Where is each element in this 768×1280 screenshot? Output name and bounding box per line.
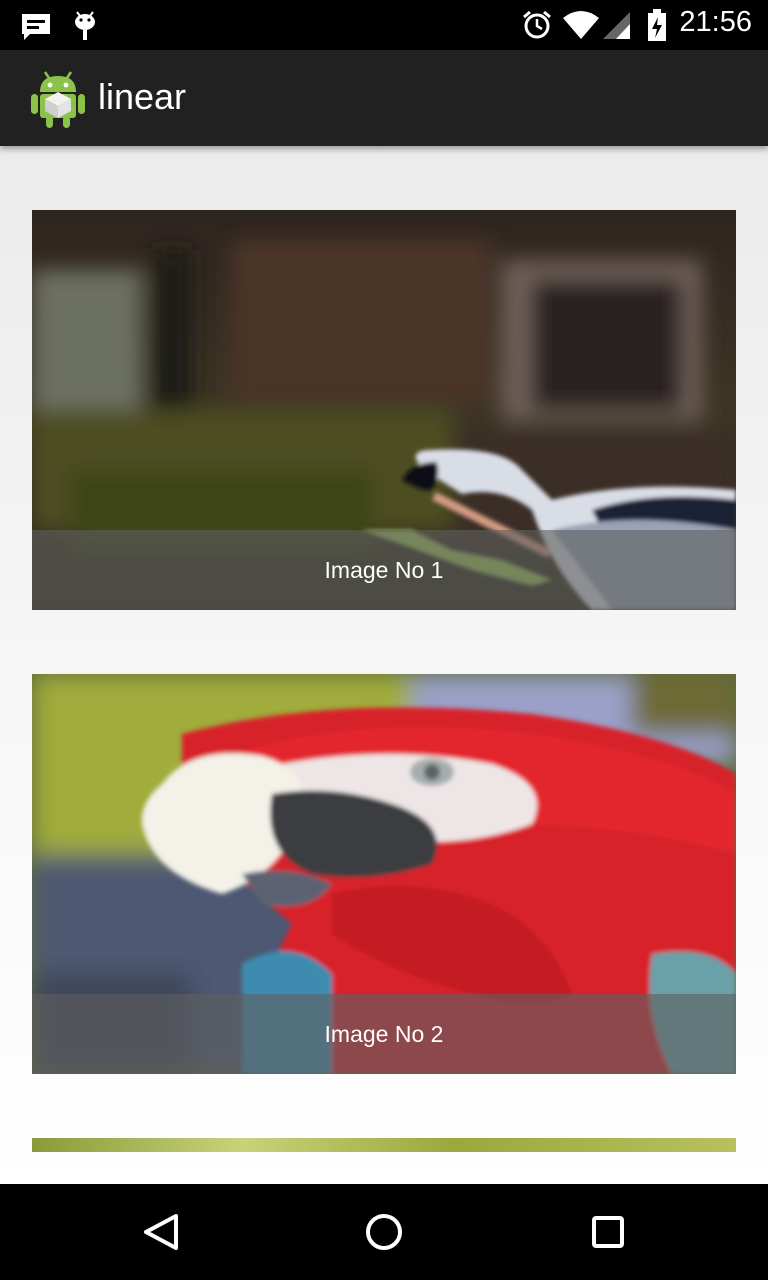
- status-time: 21:56: [679, 6, 752, 38]
- image-list[interactable]: Image No 1 Image No 2: [0, 146, 768, 1184]
- alarm-icon: [523, 10, 551, 39]
- battery-charging-icon: [648, 9, 666, 41]
- image-caption: Image No 1: [32, 530, 736, 610]
- recents-icon[interactable]: [578, 1208, 638, 1256]
- android-app-icon: [31, 71, 85, 128]
- navigation-bar: [0, 1184, 768, 1280]
- android-debug-icon: [75, 11, 95, 40]
- action-bar: linear: [0, 50, 768, 146]
- list-item[interactable]: Image No 2: [32, 674, 736, 1074]
- wifi-icon: [563, 11, 599, 39]
- status-bar: 21:56: [0, 0, 768, 50]
- list-item[interactable]: Image No 1: [32, 210, 736, 610]
- image-caption: Image No 2: [32, 994, 736, 1074]
- list-item-partial[interactable]: [32, 1138, 736, 1152]
- app-title: linear: [98, 76, 187, 117]
- home-icon[interactable]: [354, 1208, 414, 1256]
- back-icon[interactable]: [130, 1208, 190, 1256]
- message-icon: [22, 14, 50, 40]
- signal-icon: [603, 12, 630, 39]
